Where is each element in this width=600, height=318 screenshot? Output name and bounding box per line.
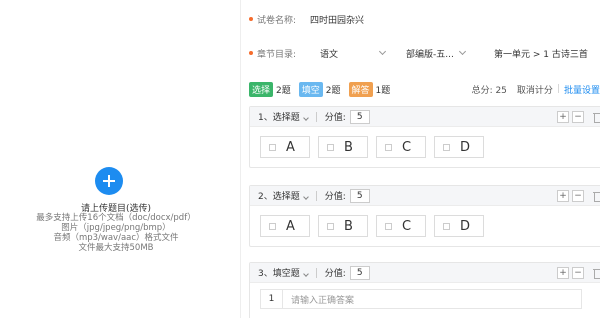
option-label: C [402, 218, 412, 234]
option-c[interactable]: C [376, 215, 426, 237]
cancel-scoring-link[interactable]: 取消计分 [517, 83, 553, 96]
question-tools: + − [557, 110, 600, 123]
option-label: A [286, 139, 295, 155]
option-c[interactable]: C [376, 136, 426, 158]
paper-name-row: 试卷名称: 四时田园杂兴 [249, 10, 364, 28]
score-label: 分值: [324, 269, 346, 279]
chevron-down-icon [458, 47, 466, 56]
choice-tag: 选择 [249, 81, 274, 97]
upload-panel: 请上传题目(选传) 最多支持上传16个文档（doc/docx/pdf） 图片（j… [0, 0, 232, 318]
checkbox-icon [443, 143, 450, 151]
option-a[interactable]: A [260, 136, 310, 158]
chevron-down-icon [302, 271, 309, 277]
question-card: 3、填空题 分值: 5 + − 1 请输入正确答案 [249, 262, 600, 318]
blank-number: 1 [260, 289, 282, 309]
trash-icon[interactable] [593, 191, 600, 202]
paper-name-label: 试卷名称: [257, 15, 297, 26]
chapter-label: 章节目录: [257, 49, 297, 60]
option-label: B [344, 139, 353, 155]
fill-count: 2题 [325, 85, 341, 96]
option-a[interactable]: A [260, 215, 310, 237]
question-tools: + − [557, 266, 600, 279]
score-label: 分值: [324, 192, 346, 202]
chevron-down-icon [302, 194, 309, 200]
question-stats: 选择 2题 填空 2题 解答 1题 总分: 25 取消计分 | 批量设置 [249, 81, 600, 97]
checkbox-icon [327, 222, 334, 230]
option-label: A [286, 218, 295, 234]
header-divider [315, 190, 317, 201]
subject-value: 语文 [320, 49, 339, 60]
unit-select[interactable]: 第一单元 > 1 古诗三首 [494, 47, 588, 60]
question-header: 3、填空题 分值: 5 + − [250, 263, 600, 283]
option-label: D [460, 218, 471, 234]
question-header: 2、选择题 分值: 5 + − [250, 186, 600, 206]
chevron-down-icon [302, 115, 309, 121]
upload-hint-size: 文件最大支持50MB [78, 243, 154, 253]
question-title: 3、填空题 [258, 269, 300, 279]
choice-count: 2题 [276, 85, 291, 96]
edition-value: 部编版-五... [406, 49, 454, 60]
paper-name-input[interactable]: 四时田园杂兴 [310, 13, 364, 26]
plus-icon [103, 175, 115, 187]
checkbox-icon [269, 143, 276, 151]
required-dot-icon [249, 51, 253, 55]
edition-select[interactable]: 部编版-五... [406, 47, 482, 60]
unit-value: 第一单元 > 1 古诗三首 [494, 49, 588, 60]
required-dot-icon [249, 17, 253, 21]
blank-row: 1 请输入正确答案 [250, 283, 600, 315]
checkbox-icon [269, 222, 276, 230]
panel-divider [240, 0, 241, 318]
option-list: A B C D [250, 206, 600, 246]
remove-option-button[interactable]: − [572, 189, 584, 202]
trash-icon[interactable] [593, 268, 600, 279]
question-header: 1、选择题 分值: 5 + − [250, 107, 600, 127]
add-option-button[interactable]: + [557, 189, 569, 202]
chevron-down-icon [379, 47, 387, 56]
checkbox-icon [385, 143, 392, 151]
answer-count: 1题 [375, 85, 391, 96]
score-input[interactable]: 5 [349, 109, 370, 124]
answer-tag: 解答 [348, 81, 373, 97]
score-input[interactable]: 5 [349, 265, 370, 280]
question-type-select[interactable]: 1、选择题 [258, 110, 309, 123]
remove-blank-button[interactable]: − [572, 266, 584, 279]
subject-select[interactable]: 语文 [320, 47, 392, 60]
total-score: 总分: 25 [471, 85, 507, 96]
chapter-row: 章节目录: 语文 部编版-五... 第一单元 > 1 古诗三首 [249, 44, 588, 62]
question-card: 2、选择题 分值: 5 + − A B C D [249, 185, 600, 247]
option-list: A B C D [250, 127, 600, 167]
checkbox-icon [385, 222, 392, 230]
header-divider [315, 111, 317, 122]
option-label: B [344, 218, 353, 234]
question-type-select[interactable]: 2、选择题 [258, 189, 309, 202]
option-label: C [402, 139, 412, 155]
question-title: 1、选择题 [258, 113, 300, 123]
score-input[interactable]: 5 [349, 188, 370, 203]
batch-set-link[interactable]: 批量设置 [564, 83, 600, 96]
header-divider [315, 267, 317, 278]
option-label: D [460, 139, 471, 155]
question-type-select[interactable]: 3、填空题 [258, 266, 309, 279]
option-b[interactable]: B [318, 215, 368, 237]
question-card: 1、选择题 分值: 5 + − A B C D [249, 106, 600, 168]
stats-separator: | [556, 84, 560, 94]
option-d[interactable]: D [434, 215, 484, 237]
checkbox-icon [443, 222, 450, 230]
remove-option-button[interactable]: − [572, 110, 584, 123]
option-d[interactable]: D [434, 136, 484, 158]
question-title: 2、选择题 [258, 192, 300, 202]
upload-button[interactable] [95, 167, 123, 195]
answer-input[interactable]: 请输入正确答案 [282, 289, 582, 309]
score-label: 分值: [324, 113, 346, 123]
question-tools: + − [557, 189, 600, 202]
add-option-button[interactable]: + [557, 110, 569, 123]
checkbox-icon [327, 143, 334, 151]
add-blank-button[interactable]: + [557, 266, 569, 279]
option-b[interactable]: B [318, 136, 368, 158]
fill-tag: 填空 [298, 81, 323, 97]
trash-icon[interactable] [593, 112, 600, 123]
